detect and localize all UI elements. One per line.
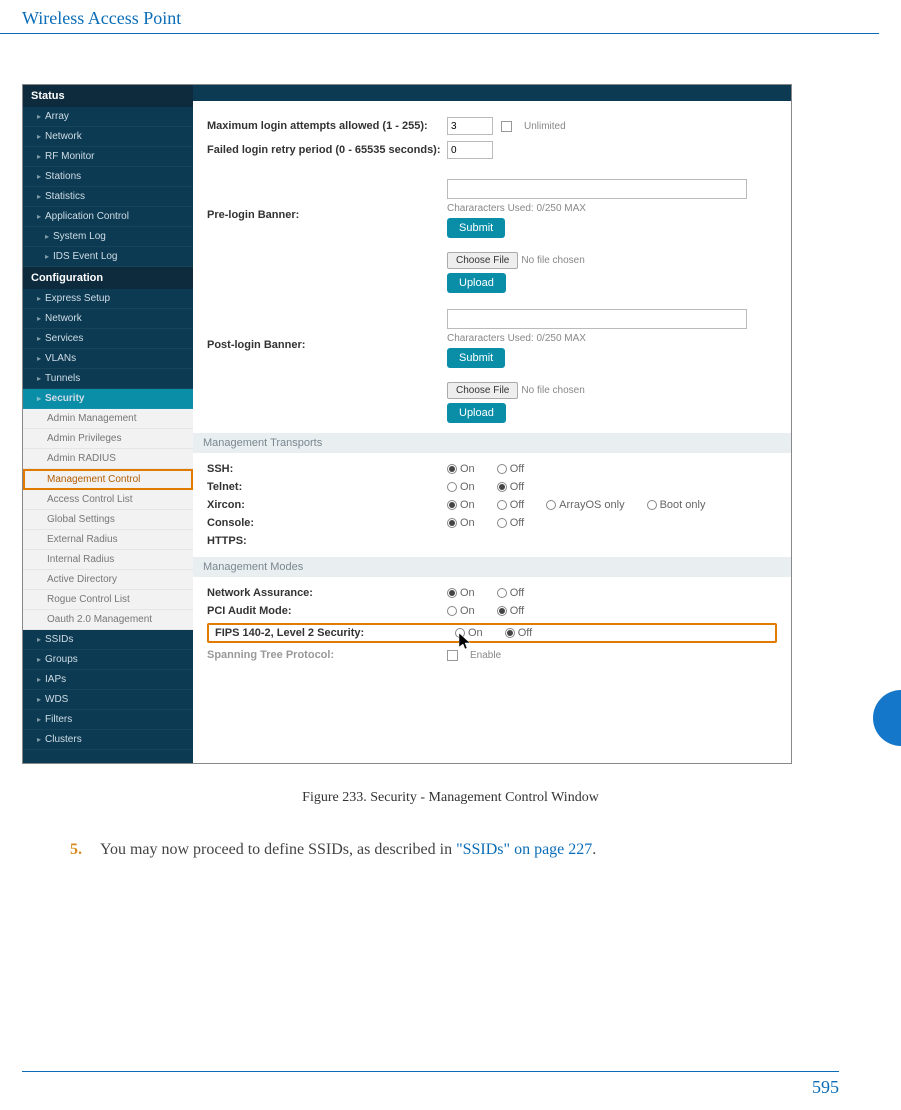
retry-input[interactable]	[447, 141, 493, 159]
sub-admin-radius[interactable]: Admin RADIUS	[23, 449, 193, 469]
page-tab-decoration	[873, 690, 901, 746]
sub-mgmt-control[interactable]: Management Control	[23, 469, 193, 490]
sub-ext-radius[interactable]: External Radius	[23, 530, 193, 550]
sidebar-item-app-control[interactable]: Application Control	[23, 207, 193, 227]
nav-sidebar: Status Array Network RF Monitor Stations…	[23, 85, 193, 763]
transports-head: Management Transports	[193, 433, 791, 453]
page-header: Wireless Access Point	[0, 0, 879, 34]
sidebar-item-express-setup[interactable]: Express Setup	[23, 289, 193, 309]
pci-on-radio[interactable]: On	[447, 605, 475, 617]
max-login-input[interactable]	[447, 117, 493, 135]
step-number: 5.	[70, 836, 82, 863]
pre-submit-button[interactable]: Submit	[447, 218, 505, 238]
xircon-off-radio[interactable]: Off	[497, 499, 524, 511]
spanning-enable-checkbox[interactable]	[447, 650, 458, 661]
sidebar-item-ids-event-log[interactable]: IDS Event Log	[23, 247, 193, 267]
net-assurance-label: Network Assurance:	[207, 587, 447, 599]
sub-admin-mgmt[interactable]: Admin Management	[23, 409, 193, 429]
fips-off-radio[interactable]: Off	[505, 627, 532, 639]
ssh-off-radio[interactable]: Off	[497, 463, 524, 475]
main-panel: Maximum login attempts allowed (1 - 255)…	[193, 85, 791, 763]
spanning-enable-label: Enable	[470, 650, 501, 661]
post-choose-file-button[interactable]: Choose File	[447, 382, 518, 399]
telnet-on-radio[interactable]: On	[447, 481, 475, 493]
unlimited-label: Unlimited	[524, 121, 566, 132]
sub-global[interactable]: Global Settings	[23, 510, 193, 530]
post-upload-button[interactable]: Upload	[447, 403, 506, 423]
fips-label: FIPS 140-2, Level 2 Security:	[215, 627, 455, 639]
sidebar-item-cfg-network[interactable]: Network	[23, 309, 193, 329]
sidebar-item-array[interactable]: Array	[23, 107, 193, 127]
retry-label: Failed login retry period (0 - 65535 sec…	[207, 144, 447, 156]
sidebar-item-iaps[interactable]: IAPs	[23, 670, 193, 690]
xircon-arrayos-radio[interactable]: ArrayOS only	[546, 499, 624, 511]
sidebar-item-security[interactable]: Security	[23, 389, 193, 409]
screenshot-figure: Status Array Network RF Monitor Stations…	[22, 84, 792, 764]
sidebar-item-rf-monitor[interactable]: RF Monitor	[23, 147, 193, 167]
sidebar-item-ssids[interactable]: SSIDs	[23, 630, 193, 650]
post-no-file: No file chosen	[521, 385, 584, 396]
console-off-radio[interactable]: Off	[497, 517, 524, 529]
sub-int-radius[interactable]: Internal Radius	[23, 550, 193, 570]
modes-head: Management Modes	[193, 557, 791, 577]
panel-topbar	[193, 85, 791, 101]
pci-audit-label: PCI Audit Mode:	[207, 605, 447, 617]
body-paragraph: 5. You may now proceed to define SSIDs, …	[70, 836, 811, 863]
step-text: You may now proceed to define SSIDs, as …	[100, 836, 596, 863]
footer-rule	[22, 1071, 839, 1072]
telnet-off-radio[interactable]: Off	[497, 481, 524, 493]
sidebar-item-statistics[interactable]: Statistics	[23, 187, 193, 207]
pre-upload-button[interactable]: Upload	[447, 273, 506, 293]
console-on-radio[interactable]: On	[447, 517, 475, 529]
ssids-link[interactable]: "SSIDs" on page 227	[456, 841, 592, 858]
pci-off-radio[interactable]: Off	[497, 605, 524, 617]
https-label: HTTPS:	[207, 535, 447, 547]
telnet-label: Telnet:	[207, 481, 447, 493]
page-number: 595	[812, 1077, 839, 1098]
ssh-on-radio[interactable]: On	[447, 463, 475, 475]
sub-admin-priv[interactable]: Admin Privileges	[23, 429, 193, 449]
status-header: Status	[23, 85, 193, 107]
sidebar-item-stations[interactable]: Stations	[23, 167, 193, 187]
sidebar-item-clusters[interactable]: Clusters	[23, 730, 193, 750]
xircon-boot-radio[interactable]: Boot only	[647, 499, 706, 511]
ssh-label: SSH:	[207, 463, 447, 475]
sub-active-dir[interactable]: Active Directory	[23, 570, 193, 590]
pre-choose-file-button[interactable]: Choose File	[447, 252, 518, 269]
pre-chars-hint: Chararacters Used: 0/250 MAX	[447, 203, 586, 214]
sub-oauth[interactable]: Oauth 2.0 Management	[23, 610, 193, 630]
sidebar-item-wds[interactable]: WDS	[23, 690, 193, 710]
netassure-on-radio[interactable]: On	[447, 587, 475, 599]
sub-acl[interactable]: Access Control List	[23, 490, 193, 510]
xircon-on-radio[interactable]: On	[447, 499, 475, 511]
post-banner-text[interactable]	[447, 309, 747, 329]
console-label: Console:	[207, 517, 447, 529]
config-header: Configuration	[23, 267, 193, 289]
sidebar-item-system-log[interactable]: System Log	[23, 227, 193, 247]
pre-banner-text[interactable]	[447, 179, 747, 199]
sidebar-item-tunnels[interactable]: Tunnels	[23, 369, 193, 389]
max-login-label: Maximum login attempts allowed (1 - 255)…	[207, 120, 447, 132]
figure-caption: Figure 233. Security - Management Contro…	[0, 790, 901, 806]
sidebar-item-services[interactable]: Services	[23, 329, 193, 349]
sidebar-item-vlans[interactable]: VLANs	[23, 349, 193, 369]
post-banner-label: Post-login Banner:	[207, 309, 447, 351]
sidebar-item-filters[interactable]: Filters	[23, 710, 193, 730]
post-submit-button[interactable]: Submit	[447, 348, 505, 368]
sidebar-item-groups[interactable]: Groups	[23, 650, 193, 670]
pre-banner-label: Pre-login Banner:	[207, 179, 447, 221]
sub-rogue[interactable]: Rogue Control List	[23, 590, 193, 610]
spanning-label: Spanning Tree Protocol:	[207, 649, 447, 661]
unlimited-checkbox[interactable]	[501, 121, 512, 132]
sidebar-item-network[interactable]: Network	[23, 127, 193, 147]
post-chars-hint: Chararacters Used: 0/250 MAX	[447, 333, 586, 344]
netassure-off-radio[interactable]: Off	[497, 587, 524, 599]
pre-no-file: No file chosen	[521, 255, 584, 266]
xircon-label: Xircon:	[207, 499, 447, 511]
